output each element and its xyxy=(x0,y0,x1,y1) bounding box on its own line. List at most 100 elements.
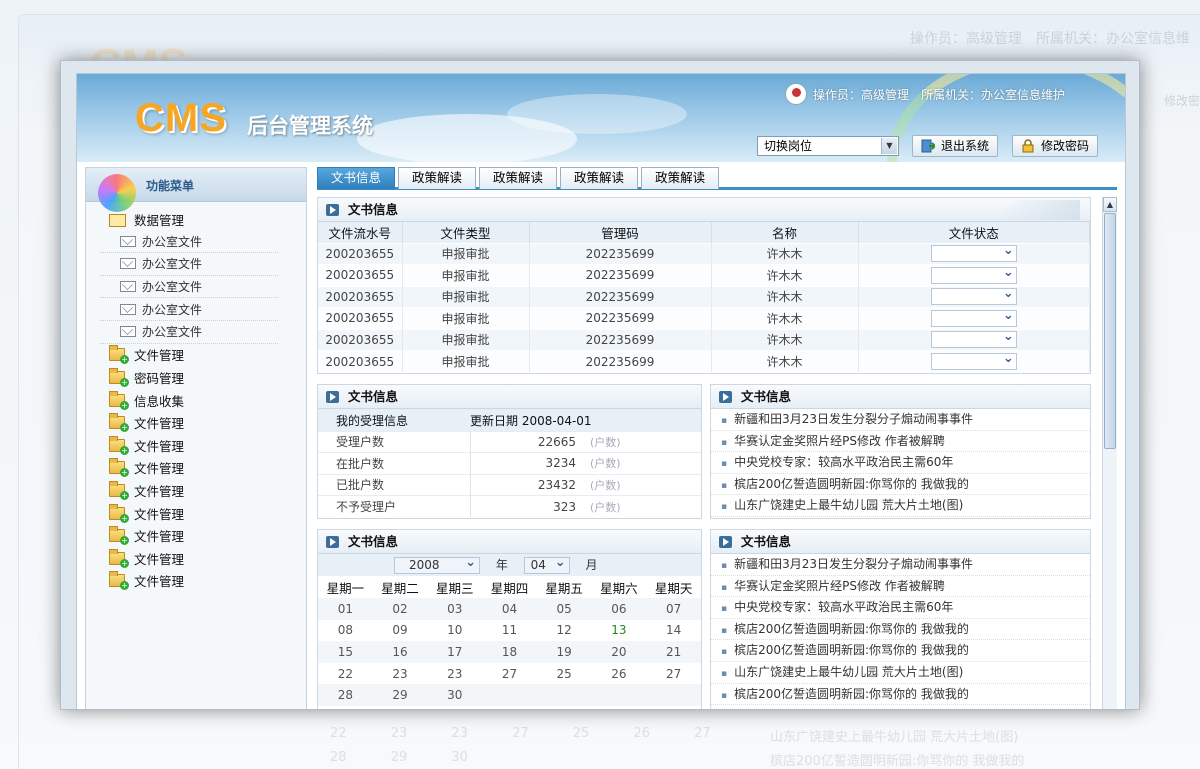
status-select[interactable] xyxy=(930,265,1017,284)
calendar-day[interactable]: 19 xyxy=(536,641,592,663)
calendar-day[interactable]: 08 xyxy=(318,620,373,642)
scrollbar-thumb[interactable] xyxy=(1104,213,1116,449)
sidebar-item[interactable]: + 文件管理 xyxy=(100,479,298,502)
calendar-day[interactable]: 20 xyxy=(591,641,647,663)
calendar-day xyxy=(646,684,701,706)
calendar-day[interactable]: 25 xyxy=(537,663,592,685)
calendar-day[interactable]: 27 xyxy=(482,663,537,685)
calendar-day[interactable]: 26 xyxy=(592,663,647,685)
calendar-day[interactable]: 18 xyxy=(482,641,537,663)
system-title: 后台管理系统 xyxy=(247,114,373,138)
calendar-day[interactable]: 05 xyxy=(536,598,592,620)
calendar-day[interactable]: 29 xyxy=(372,684,428,706)
calendar-day[interactable]: 17 xyxy=(427,641,483,663)
calendar-day[interactable]: 28 xyxy=(318,684,373,706)
calendar-day[interactable]: 22 xyxy=(318,663,373,685)
calendar-day[interactable]: 09 xyxy=(373,620,428,642)
logout-button[interactable]: 退出系统 xyxy=(912,135,999,157)
calendar-day xyxy=(536,684,592,706)
news-item[interactable]: 新疆和田3月23日发生分裂分子煽动闹事事件 xyxy=(711,554,1090,576)
sidebar-item[interactable]: + 信息收集 xyxy=(100,389,298,412)
news-item[interactable]: 中央党校专家：较高水平政治民主需60年 xyxy=(711,452,1090,474)
folder-add-icon: + xyxy=(109,526,129,546)
chevron-down-icon[interactable]: ▼ xyxy=(881,138,897,154)
status-select[interactable] xyxy=(930,351,1017,370)
sidebar-item[interactable]: + 文件管理 xyxy=(100,502,298,525)
status-select[interactable] xyxy=(930,286,1017,306)
year-select[interactable]: 2008 xyxy=(394,555,480,574)
calendar-day[interactable]: 10 xyxy=(427,620,482,642)
calendar-day[interactable]: 07 xyxy=(646,598,701,620)
calendar-day xyxy=(482,684,537,706)
calendar-day[interactable]: 14 xyxy=(646,620,701,642)
calendar-day[interactable]: 03 xyxy=(427,598,483,620)
news-item[interactable]: 槟店200亿誓造圆明新园:你骂你的 我做我的 xyxy=(711,684,1090,706)
calendar-day[interactable]: 16 xyxy=(372,641,428,663)
sidebar-subitem[interactable]: 办公室文件 xyxy=(100,321,278,344)
tab-document-info[interactable]: 文书信息 xyxy=(317,167,396,189)
calendar-day[interactable]: 06 xyxy=(591,598,647,620)
tab-policy[interactable]: 政策解读 xyxy=(560,167,639,189)
news-item[interactable]: 华赛认定金奖照片经PS修改 作者被解聘 xyxy=(711,431,1090,453)
news-panel: 文书信息 新疆和田3月23日发生分裂分子煽动闹事事件 华赛认定金奖照片经PS修改… xyxy=(710,529,1091,709)
logout-icon xyxy=(921,139,935,153)
news-item[interactable]: 山东广饶建史上最牛幼儿园 荒大片土地(图) xyxy=(711,662,1090,684)
cell-type: 申报审批 xyxy=(402,242,530,265)
panel-header: 文书信息 xyxy=(318,385,701,409)
sidebar-item[interactable]: + 文件管理 xyxy=(100,547,298,570)
envelope-icon xyxy=(120,303,136,315)
cell-type: 申报审批 xyxy=(402,350,530,372)
calendar-day[interactable]: 23 xyxy=(373,663,428,685)
tab-policy[interactable]: 政策解读 xyxy=(398,167,477,189)
sidebar-item-data-management[interactable]: 数据管理 xyxy=(100,208,298,231)
calendar-day[interactable]: 01 xyxy=(318,598,373,620)
open-folder-icon xyxy=(109,213,126,227)
status-select[interactable] xyxy=(930,243,1017,263)
sidebar-subitem[interactable]: 办公室文件 xyxy=(100,298,278,321)
sidebar-item[interactable]: + 文件管理 xyxy=(100,344,298,367)
status-select[interactable] xyxy=(930,308,1017,327)
sidebar-item[interactable]: + 文件管理 xyxy=(100,570,298,593)
cell-code: 202235699 xyxy=(529,307,712,329)
vertical-scrollbar[interactable]: ▲ xyxy=(1102,197,1117,709)
news-item[interactable]: 中央党校专家：较高水平政治民主需60年 xyxy=(711,597,1090,619)
sidebar-item[interactable]: + 密码管理 xyxy=(100,366,298,389)
scroll-up-icon[interactable]: ▲ xyxy=(1103,197,1117,212)
news-item[interactable]: 华赛认定金奖照片经PS修改 作者被解聘 xyxy=(711,576,1090,598)
calendar-day[interactable]: 15 xyxy=(318,641,373,663)
role-select[interactable]: 切换岗位 ▼ xyxy=(757,136,899,156)
sidebar-item[interactable]: + 文件管理 xyxy=(100,411,298,434)
month-select[interactable]: 04 xyxy=(523,555,570,574)
sidebar-item[interactable]: + 文件管理 xyxy=(100,524,298,547)
news-item[interactable]: 槟店200亿誓造圆明新园:你骂你的 我做我的 xyxy=(711,619,1090,641)
sidebar-subitem[interactable]: 办公室文件 xyxy=(100,231,278,254)
calendar-day[interactable]: 11 xyxy=(482,620,537,642)
calendar-day[interactable]: 12 xyxy=(537,620,592,642)
calendar-day[interactable]: 30 xyxy=(427,684,483,706)
calendar-day[interactable]: 27 xyxy=(646,663,701,685)
news-item[interactable]: 山东广饶建史上最牛幼儿园 荒大片土地(图) xyxy=(711,495,1090,517)
status-select[interactable] xyxy=(930,329,1017,349)
folder-add-icon: + xyxy=(109,548,129,568)
sidebar-item[interactable]: + 文件管理 xyxy=(100,434,298,457)
change-password-button[interactable]: 修改密码 xyxy=(1012,135,1099,157)
user-info: 操作员：高级管理 所属机关：办公室信息维护 xyxy=(785,82,1077,106)
background-calendar-row: 28 29 30 xyxy=(330,750,468,765)
calendar-day[interactable]: 23 xyxy=(427,663,482,685)
calendar-day[interactable]: 04 xyxy=(482,598,537,620)
column-header: 文件状态 xyxy=(858,222,1090,243)
news-item[interactable]: 槟店200亿誓造圆明新园:你骂你的 我做我的 xyxy=(711,640,1090,662)
tab-policy[interactable]: 政策解读 xyxy=(641,167,720,189)
tab-policy[interactable]: 政策解读 xyxy=(479,167,558,189)
news-item[interactable]: 新疆和田3月23日发生分裂分子煽动闹事事件 xyxy=(711,409,1090,431)
table-header-row: 文件流水号 文件类型 管理码 名称 文件状态 xyxy=(318,222,1090,243)
calendar-day[interactable]: 02 xyxy=(372,598,428,620)
sidebar-item[interactable]: + 文件管理 xyxy=(100,457,298,480)
calendar-day-today[interactable]: 13 xyxy=(592,620,647,642)
news-item[interactable]: 槟店200亿誓造圆明新园:你骂你的 我做我的 xyxy=(711,474,1090,496)
sidebar-subitem[interactable]: 办公室文件 xyxy=(100,276,278,299)
sidebar-subitem[interactable]: 办公室文件 xyxy=(100,253,278,276)
calendar-day[interactable]: 21 xyxy=(646,641,701,663)
background-modify-text: 修改密 xyxy=(1163,94,1200,108)
operator-label: 操作员：高级管理 xyxy=(813,87,910,102)
